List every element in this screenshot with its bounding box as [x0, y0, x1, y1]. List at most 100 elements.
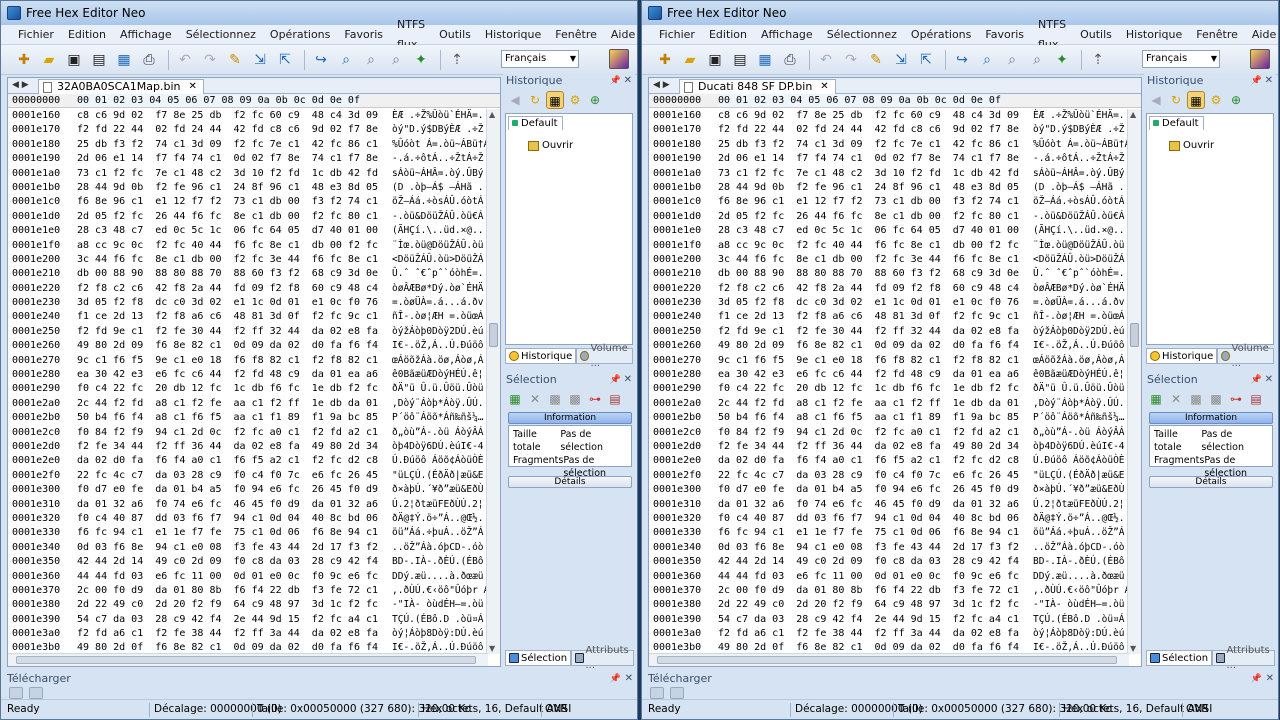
row-bytes[interactable]: db 00 88 90 88 80 88 70 88 60 f3 f2 68 c…: [77, 267, 378, 281]
hex-row[interactable]: 0001e270 9c c1 f6 f5 9e c1 e0 18 f6 f8 82…: [8, 354, 486, 368]
select-all-icon[interactable]: ▤: [1247, 390, 1265, 408]
row-ascii[interactable]: (ÃHÇí.\..üd.×@..: [392, 224, 484, 238]
row-ascii[interactable]: BD-.IÀ-.ðÈÚ.(ÉBô: [1033, 555, 1125, 569]
hex-row[interactable]: 0001e340 0d 03 f6 8e 94 c1 e0 08 f3 fe 43…: [8, 541, 486, 555]
hex-row[interactable]: 0001e380 2d 22 49 c0 2d 20 f2 f9 64 c9 48…: [8, 598, 486, 612]
row-ascii[interactable]: I€-.öŽ‚Á..Ú.Ðúöô: [392, 339, 484, 353]
hex-row[interactable]: 0001e3a0 f2 fd a6 c1 f2 fe 38 44 f2 ff 3a…: [649, 627, 1127, 641]
row-bytes[interactable]: da 01 32 a6 f0 74 e6 fc 46 45 f0 d9 da 0…: [77, 498, 378, 512]
row-bytes[interactable]: 2c 44 f2 fd a8 c1 f2 fe aa c1 f2 ff 1e d…: [77, 397, 378, 411]
menu-affichage[interactable]: Affichage: [754, 25, 820, 45]
row-bytes[interactable]: 28 c3 48 c7 ed 0c 5c 1c 06 fc 64 05 d7 4…: [718, 224, 1019, 238]
close-icon[interactable]: ✕: [189, 80, 197, 94]
history-item[interactable]: Ouvrir: [1169, 140, 1214, 151]
row-ascii[interactable]: "üLÇÚ.(ÉðÄð|æü&E: [1033, 469, 1125, 483]
menu-favoris[interactable]: Favoris: [337, 25, 390, 45]
undo-icon[interactable]: ↶: [174, 49, 196, 71]
row-bytes[interactable]: ea 30 42 e3 e6 fc c6 44 f2 fd 48 c9 da 0…: [718, 368, 1019, 382]
row-ascii[interactable]: ñÎ-.òø¦ÆH =.òüœÁ: [1033, 310, 1125, 324]
row-bytes[interactable]: f1 ce 2d 13 f2 f8 a6 c6 48 81 3d 0f f2 f…: [718, 310, 1019, 324]
row-bytes[interactable]: c8 c6 9d 02 f7 8e 25 db f2 fc 60 c9 48 c…: [718, 109, 1019, 123]
hex-row[interactable]: 0001e270 9c c1 f6 f5 9e c1 e0 18 f6 f8 82…: [649, 354, 1127, 368]
row-bytes[interactable]: 2d 22 49 c0 2d 20 f2 f9 64 c9 48 97 3d 1…: [718, 598, 1019, 612]
row-bytes[interactable]: 22 fc 4c c7 da 03 28 c9 f0 c4 f0 7c e6 f…: [718, 469, 1019, 483]
row-ascii[interactable]: Ú.Ðúöô Áöõ¢ÁòüÒÈ: [392, 454, 484, 468]
pin-icon[interactable]: 📌: [1251, 372, 1262, 388]
row-bytes[interactable]: 42 44 2d 14 49 c0 2d 09 f0 c8 da 03 28 c…: [77, 555, 378, 569]
row-bytes[interactable]: 2c 00 f0 d9 da 01 80 8b f6 f4 22 db f3 f…: [77, 584, 378, 598]
pin-icon[interactable]: 📌: [610, 73, 621, 89]
menu-fenetre[interactable]: Fenêtre: [548, 25, 604, 45]
hex-row[interactable]: 0001e290 f0 c4 22 fc 20 db 12 fc 1c db f6…: [649, 382, 1127, 396]
row-bytes[interactable]: 9c c1 f6 f5 9e c1 e0 18 f6 f8 82 c1 f2 f…: [718, 354, 1019, 368]
back-icon[interactable]: ◀: [506, 91, 524, 109]
row-ascii[interactable]: Ú.2¦ðtæüFEðÙÚ.2¦: [1033, 498, 1125, 512]
hex-row[interactable]: 0001e1c0 f6 8e 96 c1 e1 12 f7 f2 73 c1 db…: [649, 195, 1127, 209]
hex-row[interactable]: 0001e310 da 01 32 a6 f0 74 e6 fc 46 45 f0…: [649, 498, 1127, 512]
tab-volume[interactable]: Volume ...: [1217, 343, 1275, 369]
row-ascii[interactable]: öü”Áá.÷þuÁ..öŽ”Á: [1033, 526, 1125, 540]
scroll-up-icon[interactable]: ▲: [489, 110, 495, 119]
language-select[interactable]: Français ▼: [1142, 50, 1220, 68]
hex-body[interactable]: 0001e160 c8 c6 9d 02 f7 8e 25 db f2 fc 60…: [8, 109, 486, 654]
row-ascii[interactable]: òþ4Dòÿ6DÚ.èúI€-4: [392, 440, 484, 454]
row-bytes[interactable]: 49 80 2d 09 f6 8e 82 c1 0d 09 da 02 d0 f…: [718, 339, 1019, 353]
hex-row[interactable]: 0001e3a0 f2 fd a6 c1 f2 fe 38 44 f2 ff 3a…: [8, 627, 486, 641]
hex-row[interactable]: 0001e360 44 44 fd 03 e6 fc 11 00 0d 01 e0…: [649, 570, 1127, 584]
save-as-icon[interactable]: ▦: [113, 49, 135, 71]
hex-row[interactable]: 0001e220 f2 f8 c2 c6 42 f8 2a 44 fd 09 f2…: [8, 282, 486, 296]
select-grid-icon[interactable]: ▩: [546, 390, 564, 408]
refresh-icon[interactable]: ↻: [1167, 91, 1185, 109]
row-ascii[interactable]: ê0BãæüÆDòýHÉÚ.ê¦: [1033, 368, 1125, 382]
row-ascii[interactable]: <DöüŽÁÛ.òü>DöüŽÁ: [392, 253, 484, 267]
hex-row[interactable]: 0001e390 54 c7 da 03 28 c9 42 f4 2e 44 9d…: [8, 613, 486, 627]
save-icon[interactable]: ▣: [63, 49, 85, 71]
menu-operations[interactable]: Opérations: [263, 25, 337, 45]
hex-row[interactable]: 0001e250 f2 fd 9e c1 f2 fe 30 44 f2 ff 32…: [8, 325, 486, 339]
row-ascii[interactable]: òýžÁòþ0Dòÿ2DÚ.èú: [1033, 325, 1125, 339]
row-ascii[interactable]: òøÂÆBø*Dý.òø`ÉHÄ: [392, 282, 484, 296]
row-ascii[interactable]: ¨Ìœ.òü@DöüŽÁÛ.òü: [1033, 239, 1125, 253]
menu-fichier[interactable]: Fichier: [652, 25, 702, 45]
hex-editor-window-left[interactable]: Free Hex Editor Neo Fichier Edition Affi…: [0, 0, 638, 720]
close-icon[interactable]: ✕: [1265, 372, 1273, 388]
row-ascii[interactable]: TÇÚ.(ÉBô.D .òü¤Á: [392, 613, 484, 627]
redo-icon[interactable]: ↷: [840, 49, 862, 71]
row-ascii[interactable]: <DöüŽÁÛ.òü>DöüŽÁ: [1033, 253, 1125, 267]
hex-row[interactable]: 0001e230 3d 05 f2 f8 dc c0 3d 02 e1 1c 0d…: [8, 296, 486, 310]
row-bytes[interactable]: f2 f8 c2 c6 42 f8 2a 44 fd 09 f2 f8 60 c…: [77, 282, 378, 296]
row-bytes[interactable]: 73 c1 f2 fc 7e c1 48 c2 3d 10 f2 fd 1c d…: [77, 167, 378, 181]
row-bytes[interactable]: 42 44 2d 14 49 c0 2d 09 f0 c8 da 03 28 c…: [718, 555, 1019, 569]
row-bytes[interactable]: f6 fc 94 c1 e1 1e f7 fe 75 c1 0d 06 f6 8…: [718, 526, 1019, 540]
row-ascii[interactable]: -.òü&DöüŽÁÛ.òü€Á: [392, 210, 484, 224]
redo-icon[interactable]: ↷: [199, 49, 221, 71]
menu-outils[interactable]: Outils: [1073, 25, 1119, 45]
open-folder-icon[interactable]: ▰: [679, 49, 701, 71]
pointer-icon[interactable]: ⇡: [446, 49, 468, 71]
hex-row[interactable]: 0001e2b0 50 b4 f6 f4 a8 c1 f6 f5 aa c1 f1…: [8, 411, 486, 425]
row-ascii[interactable]: =.òøÜÀ=.á...á.ðv: [392, 296, 484, 310]
row-ascii[interactable]: Ú.2¦ðtæüFEðÙÚ.2¦: [392, 498, 484, 512]
hex-row[interactable]: 0001e350 42 44 2d 14 49 c0 2d 09 f0 c8 da…: [649, 555, 1127, 569]
row-bytes[interactable]: 3c 44 f6 fc 8e c1 db 00 f2 fc 3e 44 f6 f…: [77, 253, 378, 267]
row-bytes[interactable]: da 01 32 a6 f0 74 e6 fc 46 45 f0 d9 da 0…: [718, 498, 1019, 512]
tab-nav-arrows-icon[interactable]: ◀ ▶: [649, 78, 674, 93]
settings-icon[interactable]: ⚙: [1207, 91, 1225, 109]
hex-row[interactable]: 0001e180 25 db f3 f2 74 c1 3d 09 f2 fc 7e…: [649, 138, 1127, 152]
row-ascii[interactable]: ,Dòý¨Áòþ*Áòÿ.ÛÚ.: [1033, 397, 1125, 411]
row-ascii[interactable]: -.òü&DöüŽÁÛ.òü€Á: [1033, 210, 1125, 224]
row-ascii[interactable]: P´öô¨Áöõ*Áñ‰ñš¼…: [1033, 411, 1125, 425]
tab-attributs[interactable]: Attributs ...: [1212, 645, 1276, 671]
tab-volume[interactable]: Volume ...: [576, 343, 634, 369]
row-ascii[interactable]: %Ûóòt Á=.òü~ÁBü†Á: [392, 138, 486, 152]
row-bytes[interactable]: 28 44 9d 0b f2 fe 96 c1 24 8f 96 c1 48 e…: [77, 181, 378, 195]
cancel-download-icon[interactable]: [29, 687, 43, 699]
hex-row[interactable]: 0001e1a0 73 c1 f2 fc 7e c1 48 c2 3d 10 f2…: [8, 167, 486, 181]
select-range-icon[interactable]: ▩: [566, 390, 584, 408]
row-bytes[interactable]: f0 c4 22 fc 20 db 12 fc 1c db f6 fc 1e d…: [77, 382, 378, 396]
hex-row[interactable]: 0001e2e0 da 02 d0 fa f6 f4 a0 c1 f6 f5 a2…: [8, 454, 486, 468]
find-icon[interactable]: ⌕: [976, 49, 998, 71]
save-icon[interactable]: ▣: [704, 49, 726, 71]
pin-icon[interactable]: 📌: [1251, 671, 1262, 687]
menu-favoris[interactable]: Favoris: [978, 25, 1031, 45]
